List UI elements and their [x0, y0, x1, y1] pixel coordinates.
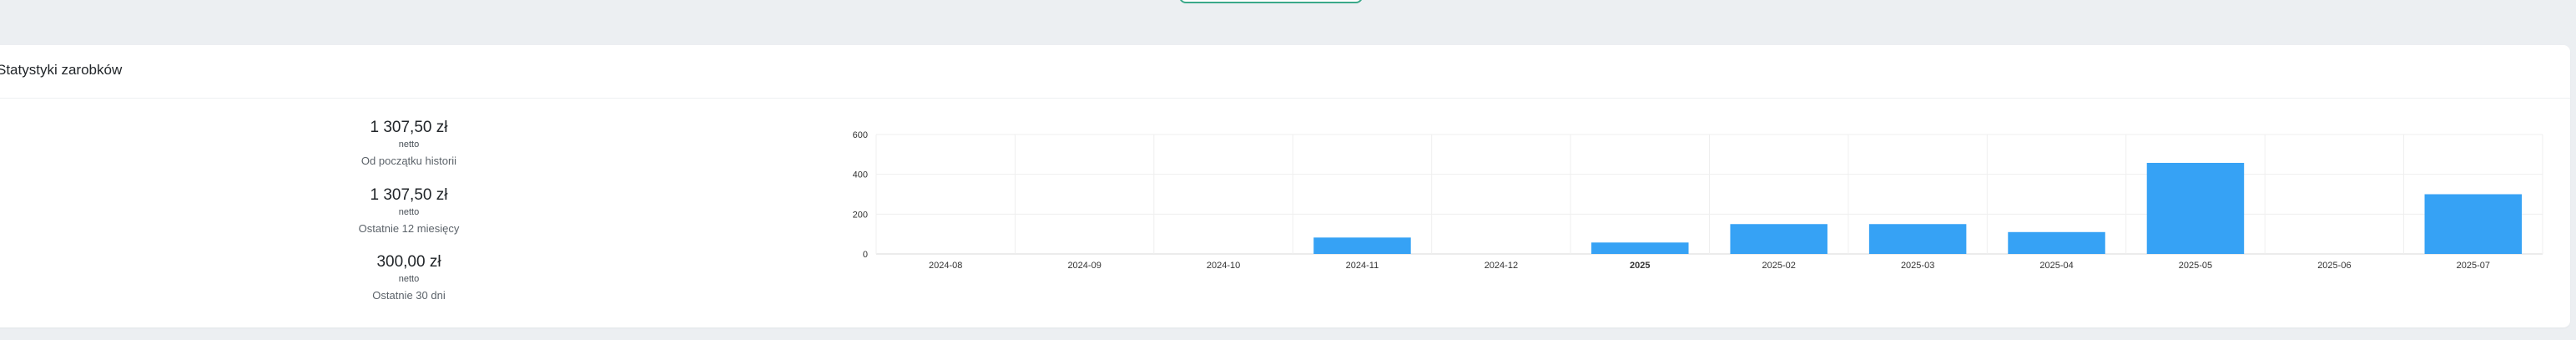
stat-amount: 300,00 zł	[376, 253, 441, 271]
x-tick-label: 2025-04	[2039, 261, 2073, 271]
stat-amount: 1 307,50 zł	[370, 186, 448, 204]
x-tick-label: 2024-11	[1346, 261, 1379, 271]
x-tick-label: 2024-12	[1485, 261, 1518, 271]
y-tick-label: 600	[853, 130, 868, 140]
top-action-button[interactable]	[1179, 0, 1363, 3]
stat-last-30-days: 300,00 zł netto Ostatnie 30 dni	[317, 253, 501, 302]
stat-unit: netto	[398, 274, 420, 284]
y-tick-label: 200	[853, 210, 868, 220]
stat-unit: netto	[398, 207, 420, 217]
bar-2025-03	[1868, 224, 1967, 254]
stat-all-time: 1 307,50 zł netto Od początku historii	[317, 119, 501, 168]
stat-description: Od początku historii	[360, 155, 457, 167]
y-tick-label: 0	[863, 250, 868, 260]
x-tick-label: 2025-02	[1762, 261, 1796, 271]
bar-2025	[1591, 242, 1689, 254]
x-tick-label: 2024-10	[1207, 261, 1240, 271]
x-tick-label: 2024-08	[929, 261, 962, 271]
bar-2024-11	[1313, 237, 1411, 254]
x-tick-label: 2024-09	[1067, 261, 1101, 271]
stat-last-12-months: 1 307,50 zł netto Ostatnie 12 miesięcy	[317, 186, 501, 236]
bar-2025-02	[1730, 224, 1827, 254]
bar-2025-05	[2146, 162, 2245, 254]
stat-description: Ostatnie 12 miesięcy	[358, 222, 460, 235]
stat-unit: netto	[398, 140, 420, 150]
bar-2025-07	[2424, 194, 2523, 254]
earnings-bar-chart: 0 200 400 600 2024-08 2024-09 2024-10 2024-11 20…	[853, 130, 2543, 271]
y-tick-label: 400	[853, 170, 868, 180]
x-tick-label: 2025-06	[2317, 261, 2351, 271]
card-title: Statystyki zarobków	[0, 62, 123, 78]
x-tick-label: 2025-03	[1901, 261, 1934, 271]
card-header: Statystyki zarobków	[0, 45, 2570, 99]
stat-description: Ostatnie 30 dni	[372, 289, 446, 302]
x-tick-label: 2025	[1630, 261, 1650, 271]
bar-2025-04	[2008, 231, 2105, 254]
x-tick-label: 2025-05	[2179, 261, 2212, 271]
stat-amount: 1 307,50 zł	[370, 119, 448, 136]
x-tick-label: 2025-07	[2457, 261, 2490, 271]
